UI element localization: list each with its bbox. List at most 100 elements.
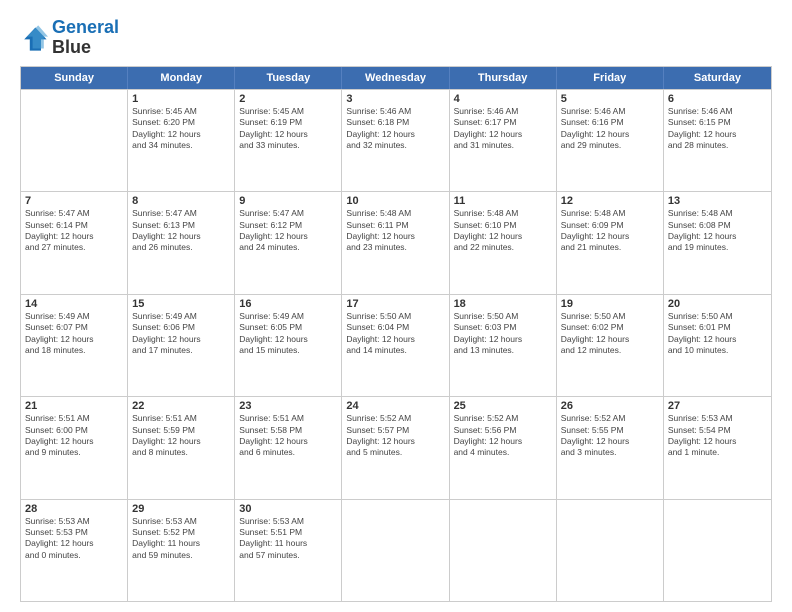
day-number: 13 <box>668 195 767 207</box>
day-cell-28: 28Sunrise: 5:53 AM Sunset: 5:53 PM Dayli… <box>21 500 128 601</box>
day-cell-13: 13Sunrise: 5:48 AM Sunset: 6:08 PM Dayli… <box>664 192 771 293</box>
day-number: 16 <box>239 298 337 310</box>
day-info: Sunrise: 5:51 AM Sunset: 6:00 PM Dayligh… <box>25 413 123 459</box>
day-info: Sunrise: 5:50 AM Sunset: 6:02 PM Dayligh… <box>561 311 659 357</box>
day-number: 10 <box>346 195 444 207</box>
day-info: Sunrise: 5:53 AM Sunset: 5:54 PM Dayligh… <box>668 413 767 459</box>
day-info: Sunrise: 5:53 AM Sunset: 5:53 PM Dayligh… <box>25 516 123 562</box>
day-number: 21 <box>25 400 123 412</box>
empty-cell <box>557 500 664 601</box>
day-number: 12 <box>561 195 659 207</box>
day-cell-18: 18Sunrise: 5:50 AM Sunset: 6:03 PM Dayli… <box>450 295 557 396</box>
weekday-header-saturday: Saturday <box>664 67 771 89</box>
day-cell-30: 30Sunrise: 5:53 AM Sunset: 5:51 PM Dayli… <box>235 500 342 601</box>
day-number: 14 <box>25 298 123 310</box>
day-cell-10: 10Sunrise: 5:48 AM Sunset: 6:11 PM Dayli… <box>342 192 449 293</box>
day-number: 30 <box>239 503 337 515</box>
day-number: 3 <box>346 93 444 105</box>
day-info: Sunrise: 5:53 AM Sunset: 5:52 PM Dayligh… <box>132 516 230 562</box>
page: General Blue SundayMondayTuesdayWednesda… <box>0 0 792 612</box>
weekday-header-friday: Friday <box>557 67 664 89</box>
day-info: Sunrise: 5:49 AM Sunset: 6:07 PM Dayligh… <box>25 311 123 357</box>
day-number: 22 <box>132 400 230 412</box>
day-cell-14: 14Sunrise: 5:49 AM Sunset: 6:07 PM Dayli… <box>21 295 128 396</box>
header: General Blue <box>20 18 772 58</box>
logo-text: General Blue <box>52 18 119 58</box>
day-info: Sunrise: 5:47 AM Sunset: 6:14 PM Dayligh… <box>25 208 123 254</box>
day-number: 23 <box>239 400 337 412</box>
day-info: Sunrise: 5:51 AM Sunset: 5:58 PM Dayligh… <box>239 413 337 459</box>
day-cell-2: 2Sunrise: 5:45 AM Sunset: 6:19 PM Daylig… <box>235 90 342 191</box>
day-cell-17: 17Sunrise: 5:50 AM Sunset: 6:04 PM Dayli… <box>342 295 449 396</box>
day-number: 5 <box>561 93 659 105</box>
calendar-week-3: 14Sunrise: 5:49 AM Sunset: 6:07 PM Dayli… <box>21 294 771 396</box>
day-info: Sunrise: 5:46 AM Sunset: 6:18 PM Dayligh… <box>346 106 444 152</box>
day-cell-3: 3Sunrise: 5:46 AM Sunset: 6:18 PM Daylig… <box>342 90 449 191</box>
day-info: Sunrise: 5:47 AM Sunset: 6:12 PM Dayligh… <box>239 208 337 254</box>
day-cell-6: 6Sunrise: 5:46 AM Sunset: 6:15 PM Daylig… <box>664 90 771 191</box>
day-number: 29 <box>132 503 230 515</box>
day-cell-29: 29Sunrise: 5:53 AM Sunset: 5:52 PM Dayli… <box>128 500 235 601</box>
day-cell-26: 26Sunrise: 5:52 AM Sunset: 5:55 PM Dayli… <box>557 397 664 498</box>
day-number: 25 <box>454 400 552 412</box>
day-info: Sunrise: 5:48 AM Sunset: 6:10 PM Dayligh… <box>454 208 552 254</box>
day-cell-15: 15Sunrise: 5:49 AM Sunset: 6:06 PM Dayli… <box>128 295 235 396</box>
empty-cell <box>342 500 449 601</box>
empty-cell <box>450 500 557 601</box>
day-number: 27 <box>668 400 767 412</box>
calendar-week-4: 21Sunrise: 5:51 AM Sunset: 6:00 PM Dayli… <box>21 396 771 498</box>
day-number: 6 <box>668 93 767 105</box>
day-cell-24: 24Sunrise: 5:52 AM Sunset: 5:57 PM Dayli… <box>342 397 449 498</box>
day-info: Sunrise: 5:53 AM Sunset: 5:51 PM Dayligh… <box>239 516 337 562</box>
calendar-week-1: 1Sunrise: 5:45 AM Sunset: 6:20 PM Daylig… <box>21 89 771 191</box>
day-info: Sunrise: 5:49 AM Sunset: 6:06 PM Dayligh… <box>132 311 230 357</box>
day-cell-22: 22Sunrise: 5:51 AM Sunset: 5:59 PM Dayli… <box>128 397 235 498</box>
calendar-week-5: 28Sunrise: 5:53 AM Sunset: 5:53 PM Dayli… <box>21 499 771 601</box>
empty-cell <box>21 90 128 191</box>
day-info: Sunrise: 5:52 AM Sunset: 5:56 PM Dayligh… <box>454 413 552 459</box>
day-number: 1 <box>132 93 230 105</box>
day-info: Sunrise: 5:45 AM Sunset: 6:20 PM Dayligh… <box>132 106 230 152</box>
day-cell-23: 23Sunrise: 5:51 AM Sunset: 5:58 PM Dayli… <box>235 397 342 498</box>
day-number: 18 <box>454 298 552 310</box>
day-info: Sunrise: 5:47 AM Sunset: 6:13 PM Dayligh… <box>132 208 230 254</box>
day-cell-25: 25Sunrise: 5:52 AM Sunset: 5:56 PM Dayli… <box>450 397 557 498</box>
day-info: Sunrise: 5:50 AM Sunset: 6:03 PM Dayligh… <box>454 311 552 357</box>
day-cell-16: 16Sunrise: 5:49 AM Sunset: 6:05 PM Dayli… <box>235 295 342 396</box>
day-number: 2 <box>239 93 337 105</box>
day-info: Sunrise: 5:52 AM Sunset: 5:57 PM Dayligh… <box>346 413 444 459</box>
day-cell-7: 7Sunrise: 5:47 AM Sunset: 6:14 PM Daylig… <box>21 192 128 293</box>
day-info: Sunrise: 5:46 AM Sunset: 6:17 PM Dayligh… <box>454 106 552 152</box>
day-cell-20: 20Sunrise: 5:50 AM Sunset: 6:01 PM Dayli… <box>664 295 771 396</box>
day-info: Sunrise: 5:50 AM Sunset: 6:04 PM Dayligh… <box>346 311 444 357</box>
day-cell-11: 11Sunrise: 5:48 AM Sunset: 6:10 PM Dayli… <box>450 192 557 293</box>
day-cell-21: 21Sunrise: 5:51 AM Sunset: 6:00 PM Dayli… <box>21 397 128 498</box>
day-info: Sunrise: 5:45 AM Sunset: 6:19 PM Dayligh… <box>239 106 337 152</box>
day-number: 17 <box>346 298 444 310</box>
day-cell-9: 9Sunrise: 5:47 AM Sunset: 6:12 PM Daylig… <box>235 192 342 293</box>
day-cell-1: 1Sunrise: 5:45 AM Sunset: 6:20 PM Daylig… <box>128 90 235 191</box>
logo: General Blue <box>20 18 119 58</box>
weekday-header-tuesday: Tuesday <box>235 67 342 89</box>
day-info: Sunrise: 5:51 AM Sunset: 5:59 PM Dayligh… <box>132 413 230 459</box>
day-number: 28 <box>25 503 123 515</box>
day-cell-12: 12Sunrise: 5:48 AM Sunset: 6:09 PM Dayli… <box>557 192 664 293</box>
day-number: 24 <box>346 400 444 412</box>
weekday-header-monday: Monday <box>128 67 235 89</box>
weekday-header-sunday: Sunday <box>21 67 128 89</box>
calendar: SundayMondayTuesdayWednesdayThursdayFrid… <box>20 66 772 602</box>
empty-cell <box>664 500 771 601</box>
day-cell-19: 19Sunrise: 5:50 AM Sunset: 6:02 PM Dayli… <box>557 295 664 396</box>
day-number: 4 <box>454 93 552 105</box>
day-number: 9 <box>239 195 337 207</box>
day-number: 15 <box>132 298 230 310</box>
day-info: Sunrise: 5:49 AM Sunset: 6:05 PM Dayligh… <box>239 311 337 357</box>
day-cell-5: 5Sunrise: 5:46 AM Sunset: 6:16 PM Daylig… <box>557 90 664 191</box>
day-info: Sunrise: 5:46 AM Sunset: 6:16 PM Dayligh… <box>561 106 659 152</box>
calendar-body: 1Sunrise: 5:45 AM Sunset: 6:20 PM Daylig… <box>21 89 771 601</box>
day-cell-8: 8Sunrise: 5:47 AM Sunset: 6:13 PM Daylig… <box>128 192 235 293</box>
day-cell-27: 27Sunrise: 5:53 AM Sunset: 5:54 PM Dayli… <box>664 397 771 498</box>
day-number: 19 <box>561 298 659 310</box>
day-info: Sunrise: 5:50 AM Sunset: 6:01 PM Dayligh… <box>668 311 767 357</box>
day-info: Sunrise: 5:48 AM Sunset: 6:09 PM Dayligh… <box>561 208 659 254</box>
